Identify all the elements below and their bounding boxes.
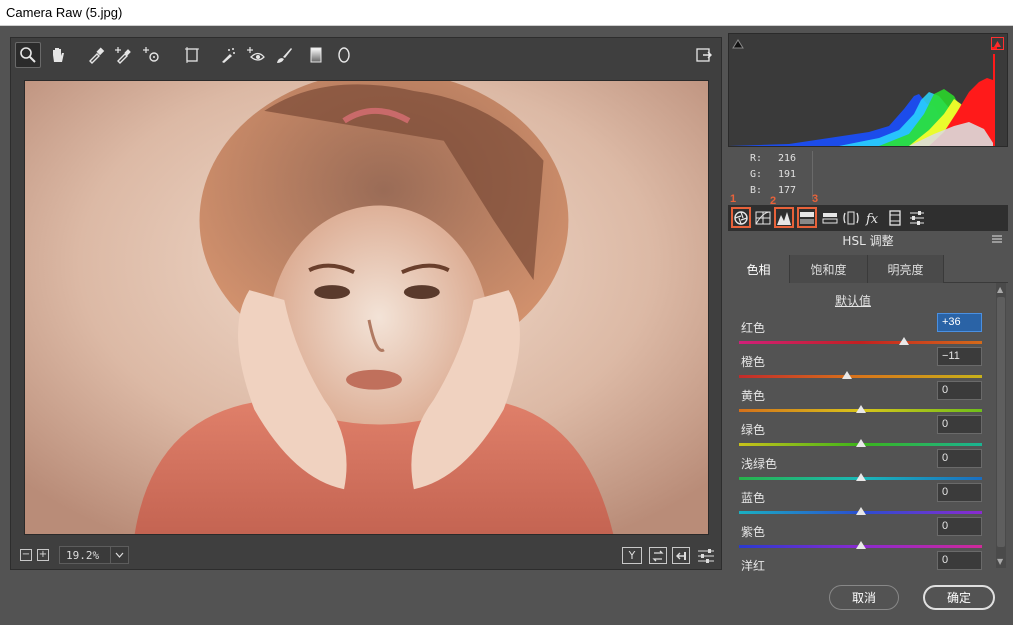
- zoom-dropdown-button[interactable]: [110, 546, 127, 564]
- cycle-view-button[interactable]: [649, 547, 667, 564]
- scroll-thumb[interactable]: [997, 297, 1005, 547]
- open-preferences-icon: [696, 48, 712, 62]
- preview-bottom-bar: − + 19.2% Y: [11, 543, 723, 569]
- slider-value-field[interactable]: 0: [937, 551, 982, 570]
- slider-label: 蓝色: [741, 491, 766, 505]
- swap-settings-button[interactable]: [672, 547, 690, 564]
- slider-thumb[interactable]: [855, 405, 866, 413]
- photo-preview-image: [25, 81, 708, 534]
- preview-panel: − + 19.2% Y: [10, 37, 722, 570]
- settings-panel: R: 216 G: 191 B: 177 1 2 3 fx HSL 调整 色相 …: [728, 33, 1008, 571]
- slider-value-field[interactable]: 0: [937, 517, 982, 536]
- slider-value-field[interactable]: 0: [937, 449, 982, 468]
- color-sampler-icon: [115, 47, 131, 64]
- slider-thumb[interactable]: [842, 371, 853, 379]
- zoom-out-button[interactable]: −: [20, 549, 32, 561]
- slider-value-field[interactable]: +36: [937, 313, 982, 332]
- brush-icon: [277, 48, 292, 63]
- graduated-filter-tool-button[interactable]: [303, 42, 329, 68]
- chevron-down-icon: [115, 552, 123, 558]
- red-eye-icon: [247, 47, 265, 61]
- image-preview: [24, 80, 709, 535]
- transform-icon: [185, 47, 199, 63]
- scroll-up-icon[interactable]: ▲: [997, 285, 1003, 294]
- transform-tool-button[interactable]: [179, 42, 205, 68]
- slider-track[interactable]: [739, 375, 982, 378]
- slider-label: 洋红: [741, 559, 766, 571]
- radial-filter-tool-button[interactable]: [331, 42, 357, 68]
- slider-value-field[interactable]: 0: [937, 381, 982, 400]
- gradient-icon: [310, 47, 322, 63]
- zoom-level-value: 19.2%: [66, 549, 100, 562]
- slider-track[interactable]: [739, 341, 982, 344]
- cycle-view-icon: [652, 550, 664, 561]
- open-preferences-button[interactable]: [691, 42, 717, 68]
- settings-sliders-icon: [698, 549, 714, 563]
- y-view-button[interactable]: Y: [622, 547, 642, 564]
- slider-thumb[interactable]: [855, 541, 866, 549]
- hand-icon: [53, 48, 64, 62]
- slider-value-field[interactable]: 0: [937, 415, 982, 434]
- tool-bar: [11, 38, 723, 72]
- view-settings-button[interactable]: [697, 548, 715, 564]
- red-eye-tool-button[interactable]: [243, 42, 269, 68]
- slider-label: 绿色: [741, 423, 766, 437]
- slider-thumb[interactable]: [899, 337, 910, 345]
- slider-label: 紫色: [741, 525, 766, 539]
- slider-row: 洋红 0: [739, 551, 984, 571]
- adjustment-brush-tool-button[interactable]: [271, 42, 297, 68]
- scroll-down-icon[interactable]: ▼: [997, 557, 1003, 566]
- panel-scrollbar[interactable]: ▲ ▼: [996, 283, 1006, 568]
- y-view-icon: Y: [628, 549, 636, 562]
- slider-thumb[interactable]: [855, 507, 866, 515]
- color-sampler-tool-button[interactable]: [111, 42, 137, 68]
- ellipse-icon: [338, 47, 350, 63]
- slider-value-field[interactable]: −11: [937, 347, 982, 366]
- target-adjust-icon: [143, 47, 159, 62]
- ok-button[interactable]: 确定: [923, 585, 995, 610]
- title-bar: Camera Raw (5.jpg): [0, 0, 1013, 26]
- cancel-button[interactable]: 取消: [829, 585, 899, 610]
- magnifier-icon: [20, 47, 36, 63]
- spot-removal-icon: [222, 48, 235, 63]
- slider-label: 橙色: [741, 355, 766, 369]
- targeted-adjustment-tool-button[interactable]: [139, 42, 165, 68]
- slider-label: 黄色: [741, 389, 766, 403]
- window-title: Camera Raw (5.jpg): [6, 5, 123, 20]
- slider-thumb[interactable]: [855, 473, 866, 481]
- zoom-in-button[interactable]: +: [37, 549, 49, 561]
- slider-value-field[interactable]: 0: [937, 483, 982, 502]
- slider-label: 红色: [741, 321, 766, 335]
- slider-label: 浅绿色: [741, 457, 778, 471]
- hand-tool-button[interactable]: [45, 42, 71, 68]
- swap-icon: [676, 551, 686, 560]
- spot-removal-tool-button[interactable]: [215, 42, 241, 68]
- hue-sliders: 红色 +36 橙色 −11 黄色 0 绿色 0 浅绿色 0 蓝色 0 紫色 0 洋红 0: [728, 33, 996, 571]
- eyedropper-icon: [89, 47, 105, 64]
- white-balance-tool-button[interactable]: [83, 42, 109, 68]
- slider-thumb[interactable]: [855, 439, 866, 447]
- zoom-tool-button[interactable]: [15, 42, 41, 68]
